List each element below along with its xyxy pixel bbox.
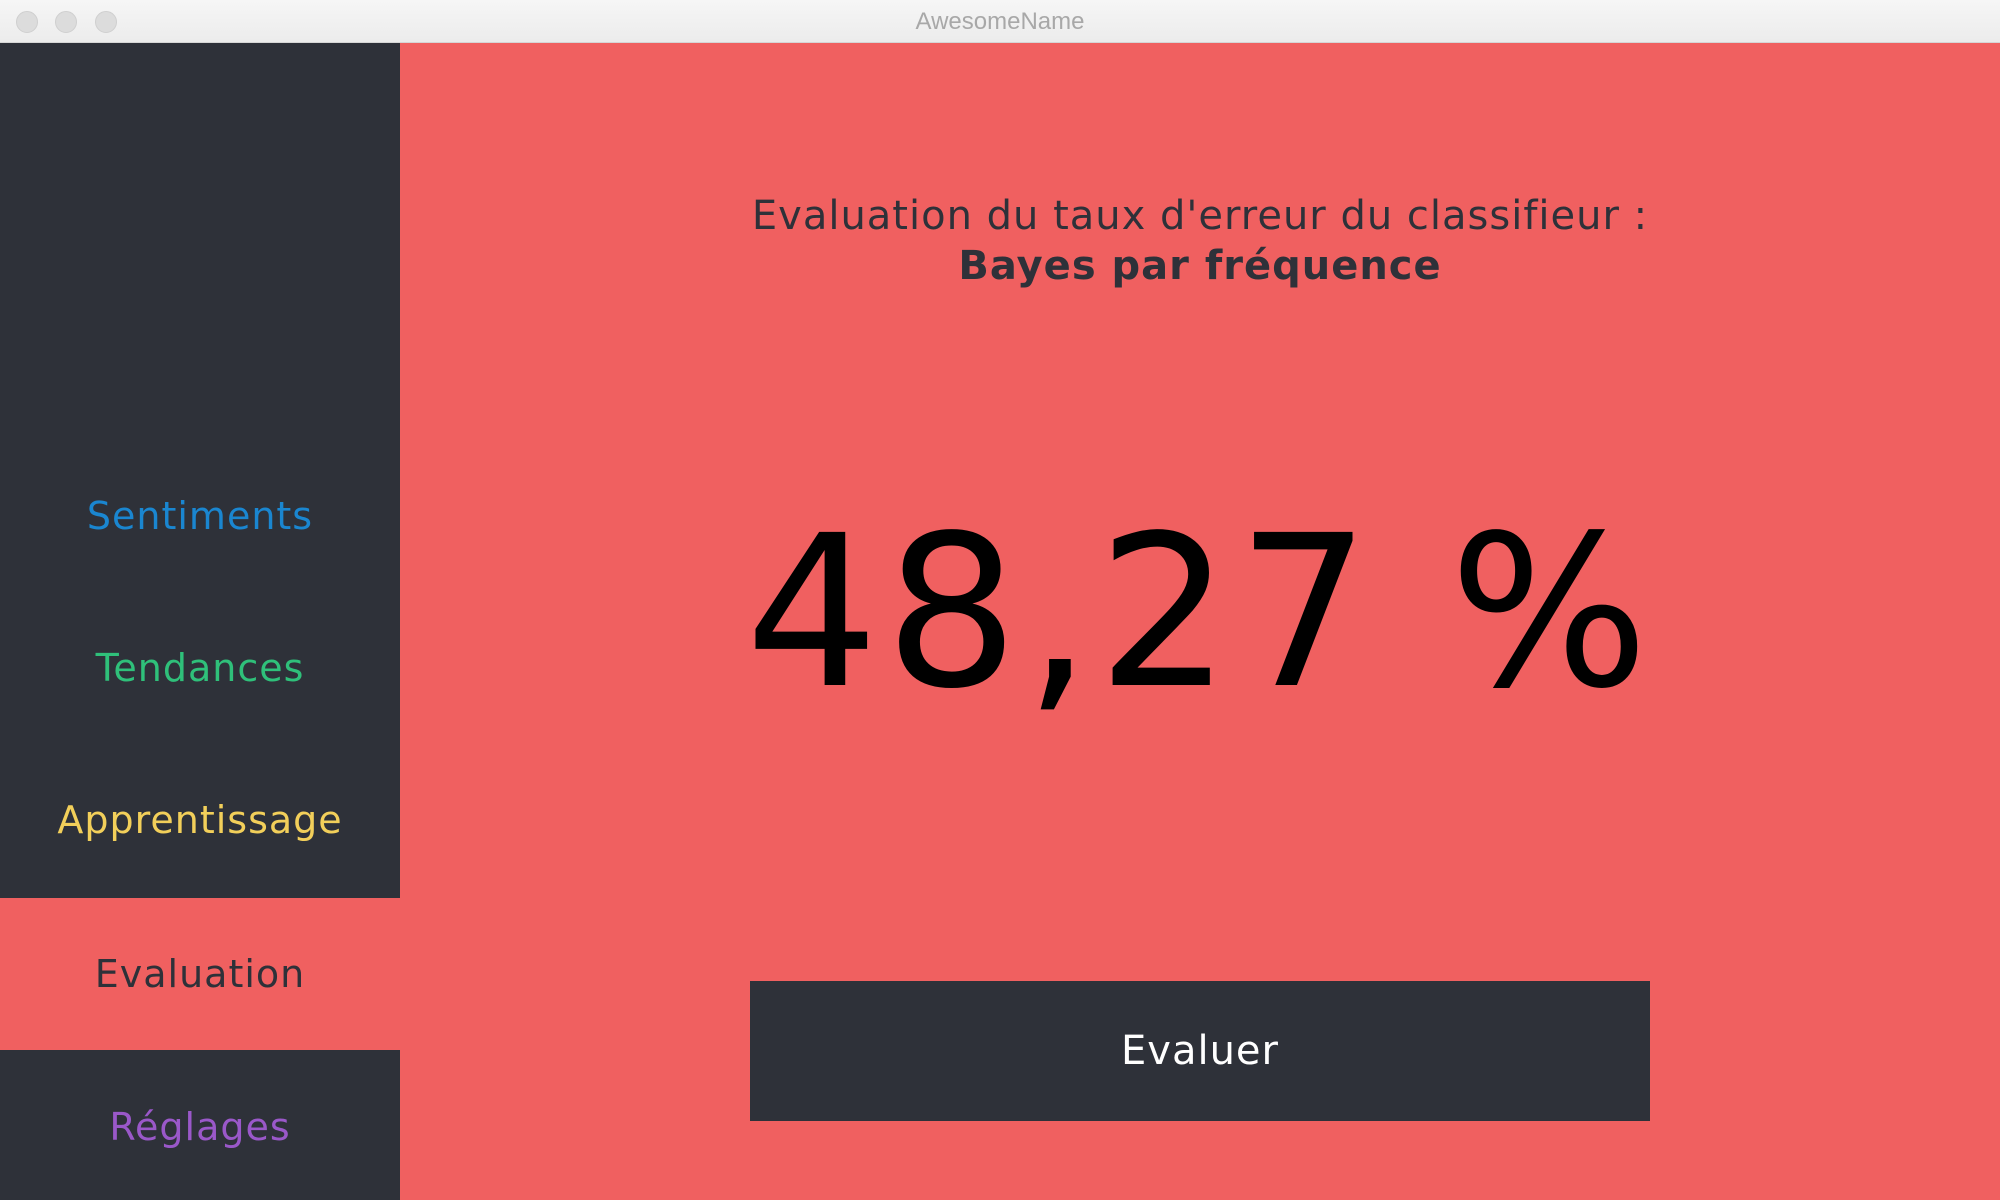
- sidebar-item-apprentissage[interactable]: Apprentissage: [0, 744, 400, 896]
- sidebar-item-reglages[interactable]: Réglages: [0, 1051, 400, 1200]
- app-window: AwesomeName Sentiments Tendances Apprent…: [0, 0, 2000, 1200]
- sidebar-item-sentiments[interactable]: Sentiments: [0, 440, 400, 592]
- classifier-name: Bayes par fréquence: [958, 243, 1442, 289]
- page-title: Evaluation du taux d'erreur du classifie…: [751, 193, 1649, 239]
- evaluate-button[interactable]: Evaluer: [750, 981, 1650, 1121]
- sidebar: Sentiments Tendances Apprentissage Evalu…: [0, 43, 400, 1200]
- main-panel: Evaluation du taux d'erreur du classifie…: [400, 43, 2000, 1200]
- sidebar-item-evaluation[interactable]: Evaluation: [0, 898, 400, 1050]
- window-title: AwesomeName: [915, 8, 1085, 35]
- error-rate-value: 48,27 %: [745, 490, 1655, 735]
- sidebar-item-tendances[interactable]: Tendances: [0, 592, 400, 744]
- title-bar: AwesomeName: [0, 0, 2000, 43]
